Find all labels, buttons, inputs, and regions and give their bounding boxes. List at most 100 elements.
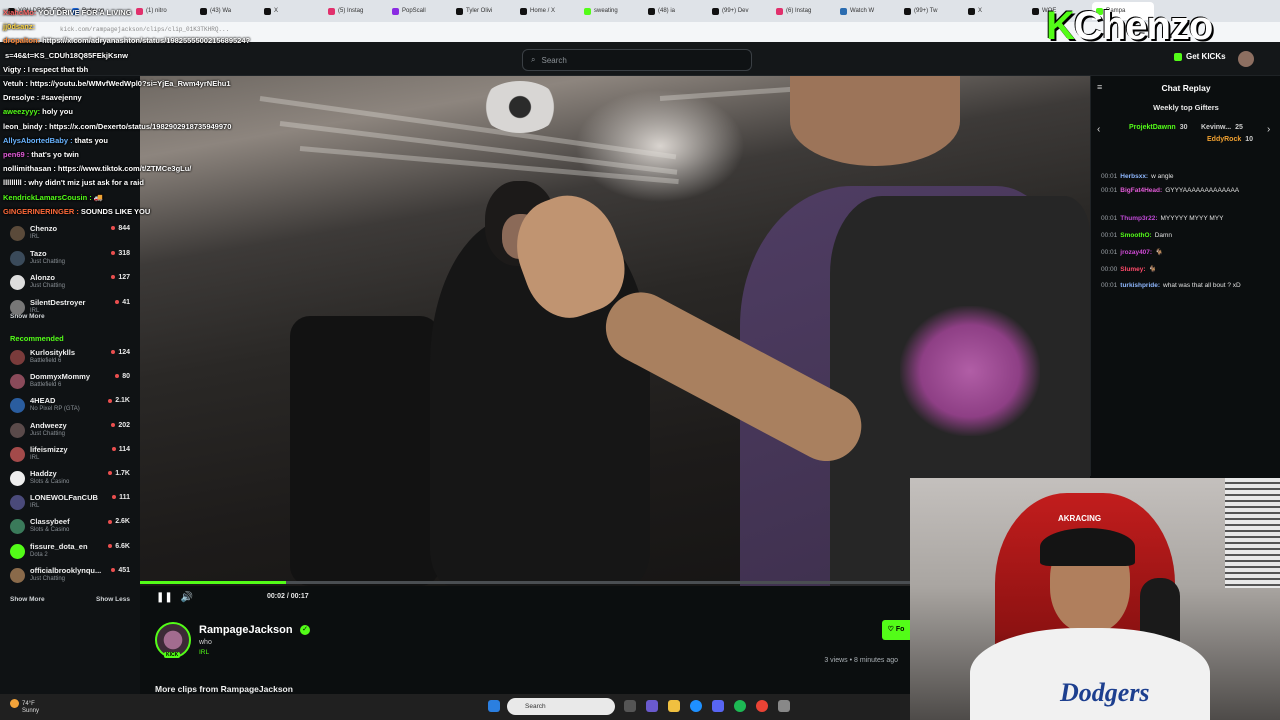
top-gifter[interactable]: ProjektDawnn 30 (1129, 124, 1187, 131)
channel-avatar (10, 567, 25, 583)
sidebar-channel[interactable]: SilentDestroyer IRL 41 (8, 298, 134, 320)
volume-icon[interactable]: 🔊 (180, 591, 194, 605)
channel-logo: KChenzo (1046, 4, 1213, 48)
player-controls: ❚❚ 🔊 00:02 / 00:17 (140, 586, 910, 610)
kicks-icon (1174, 52, 1182, 61)
chat-text: GYYYAAAAAAAAAAAAA (1165, 187, 1240, 194)
user-avatar[interactable] (1238, 51, 1254, 67)
overlay-chat-text: I respect that tbh (27, 64, 89, 74)
chat-message: 00:00 Slumey: 🐐 (1101, 265, 1276, 274)
clip-category[interactable]: IRL (199, 649, 209, 656)
chat-replay-panel: ≡ Chat Replay Weekly top Gifters ‹ › Pro… (1090, 76, 1280, 476)
streamer-cap (1040, 528, 1135, 566)
sidebar-channel[interactable]: fissure_dota_en Dota 2 6.6K (8, 542, 134, 564)
browser-tab[interactable]: Watch W (836, 2, 898, 20)
channel-avatar (10, 275, 25, 290)
browser-tab[interactable]: PopScall (388, 2, 450, 20)
get-kicks-button[interactable]: Get KICKs (1174, 52, 1226, 61)
overlay-chat-user: Vetuh : (3, 79, 29, 88)
sidebar-channel[interactable]: Chenzo IRL 844 (8, 224, 134, 246)
channel-name: fissure_dota_en (30, 541, 88, 551)
overlay-chat-text: https://www.tiktok.com/t/ZTMCe3gLu/ (57, 164, 192, 174)
top-gifter[interactable]: EddyRock 10 (1207, 136, 1253, 143)
sidebar-channel[interactable]: Haddzy Slots & Casino 1.7K (8, 469, 134, 491)
chat-username[interactable]: turkishpride: (1120, 282, 1160, 289)
browser-tab[interactable]: (99+) Dev (708, 2, 770, 20)
sidebar-channel[interactable]: LONEWOLFanCUB IRL 111 (8, 493, 134, 515)
overlay-chat-text: why didn't miz just ask for a raid (28, 178, 144, 188)
viewer-count: 111 (112, 494, 130, 501)
chevron-right-icon[interactable]: › (1267, 124, 1270, 135)
browser-tab[interactable]: sweating (580, 2, 642, 20)
spotify-icon[interactable] (734, 700, 746, 712)
copilot-icon[interactable] (646, 700, 658, 712)
show-less-button[interactable]: Show Less (96, 596, 130, 603)
task-view-icon[interactable] (624, 700, 636, 712)
channel-category: IRL (30, 454, 40, 461)
channel-category: Battlefield 6 (30, 382, 62, 389)
show-more-recommended[interactable]: Show More (10, 596, 45, 603)
ceiling-lamp (480, 81, 560, 133)
sidebar-channel[interactable]: Alonzo Just Chatting 127 (8, 273, 134, 295)
tab-label: Tyler Olivi (466, 8, 493, 14)
video-progress-bar[interactable] (140, 581, 910, 584)
file-explorer-icon[interactable] (668, 700, 680, 712)
channel-category: No Pixel RP (GTA) (30, 406, 80, 413)
browser-tab[interactable]: X (964, 2, 1026, 20)
streamer-name[interactable]: RampageJackson (199, 624, 293, 636)
overlay-chat-text: that's yo twin (31, 150, 79, 159)
channel-category: Just Chatting (30, 430, 66, 437)
sidebar-channel[interactable]: Tazo Just Chatting 318 (8, 249, 134, 271)
top-gifter[interactable]: Kevinw... 25 (1201, 124, 1243, 131)
chevron-left-icon[interactable]: ‹ (1097, 124, 1100, 135)
sidebar-channel[interactable]: Classybeef Slots & Casino 2.6K (8, 517, 134, 539)
sidebar-channel[interactable]: Kurlosityklls Battlefield 6 124 (8, 348, 134, 370)
sidebar-channel[interactable]: 4HEAD No Pixel RP (GTA) 2.1K (8, 396, 134, 418)
windows-start-icon[interactable] (488, 700, 500, 712)
chat-username[interactable]: Slumey: (1120, 266, 1145, 273)
chrome-icon[interactable] (756, 700, 768, 712)
channel-name: 4HEAD (30, 396, 56, 406)
tab-label: (99+) Tw (914, 8, 938, 14)
channel-name: officialbrooklynqu... (30, 565, 102, 575)
vest-emblem (900, 306, 1040, 436)
browser-tab[interactable]: (99+) Tw (900, 2, 962, 20)
tab-favicon-icon (1032, 7, 1039, 15)
browser-tab[interactable]: (48) ia (644, 2, 706, 20)
chat-message: 00:01 jrozay407: 🐐 (1101, 248, 1276, 257)
chat-username[interactable]: Herbsxx: (1120, 173, 1148, 180)
browser-tab[interactable]: (6) Instag (772, 2, 834, 20)
sidebar-channel[interactable]: Andweezy Just Chatting 202 (8, 421, 134, 443)
browser-tab[interactable]: Tyler Olivi (452, 2, 514, 20)
settings-icon[interactable] (778, 700, 790, 712)
channel-avatar (10, 471, 25, 486)
sidebar-channel[interactable]: lifeismizzy IRL 114 (8, 445, 134, 467)
overlay-chat-text: #savejenny (41, 93, 82, 103)
pause-button[interactable]: ❚❚ (156, 591, 173, 605)
chat-username[interactable]: jrozay407: (1120, 249, 1152, 256)
overlay-chat-line: pen69 : that's yo twin (3, 150, 79, 159)
edge-icon[interactable] (690, 700, 702, 712)
browser-tab[interactable]: Home / X (516, 2, 578, 20)
browser-tab[interactable]: (5) Instag (324, 2, 386, 20)
channel-category: Just Chatting (30, 575, 66, 582)
tab-favicon-icon (392, 7, 399, 15)
overlay-chat-line: Vigty :I respect that tbh (3, 65, 88, 74)
channel-avatar (10, 250, 25, 266)
tab-label: X (978, 8, 983, 14)
weather-widget[interactable]: 74°F Sunny (10, 699, 39, 714)
chat-username[interactable]: BigFat4Head: (1120, 187, 1162, 194)
sidebar-channel[interactable]: DommyxMommy Battlefield 6 80 (8, 372, 134, 394)
chat-username[interactable]: SmoothO: (1120, 232, 1151, 239)
sidebar-channel[interactable]: officialbrooklynqu... Just Chatting 451 (8, 566, 134, 588)
overlay-chat-line: dropalton: https://x.com/adryanashton/sta… (3, 36, 250, 45)
follow-button[interactable]: ♡ Fo (882, 620, 910, 640)
overlay-chat-line: aweezyyy: holy you (3, 107, 73, 116)
person-face-top (790, 76, 960, 166)
search-input[interactable]: ⌕ Search (522, 49, 752, 71)
discord-icon[interactable] (712, 700, 724, 712)
tab-favicon-icon (456, 7, 463, 15)
taskbar-search[interactable]: Search (507, 698, 615, 715)
chat-username[interactable]: Thump3r22: (1120, 215, 1157, 222)
search-placeholder: Search (541, 55, 567, 65)
